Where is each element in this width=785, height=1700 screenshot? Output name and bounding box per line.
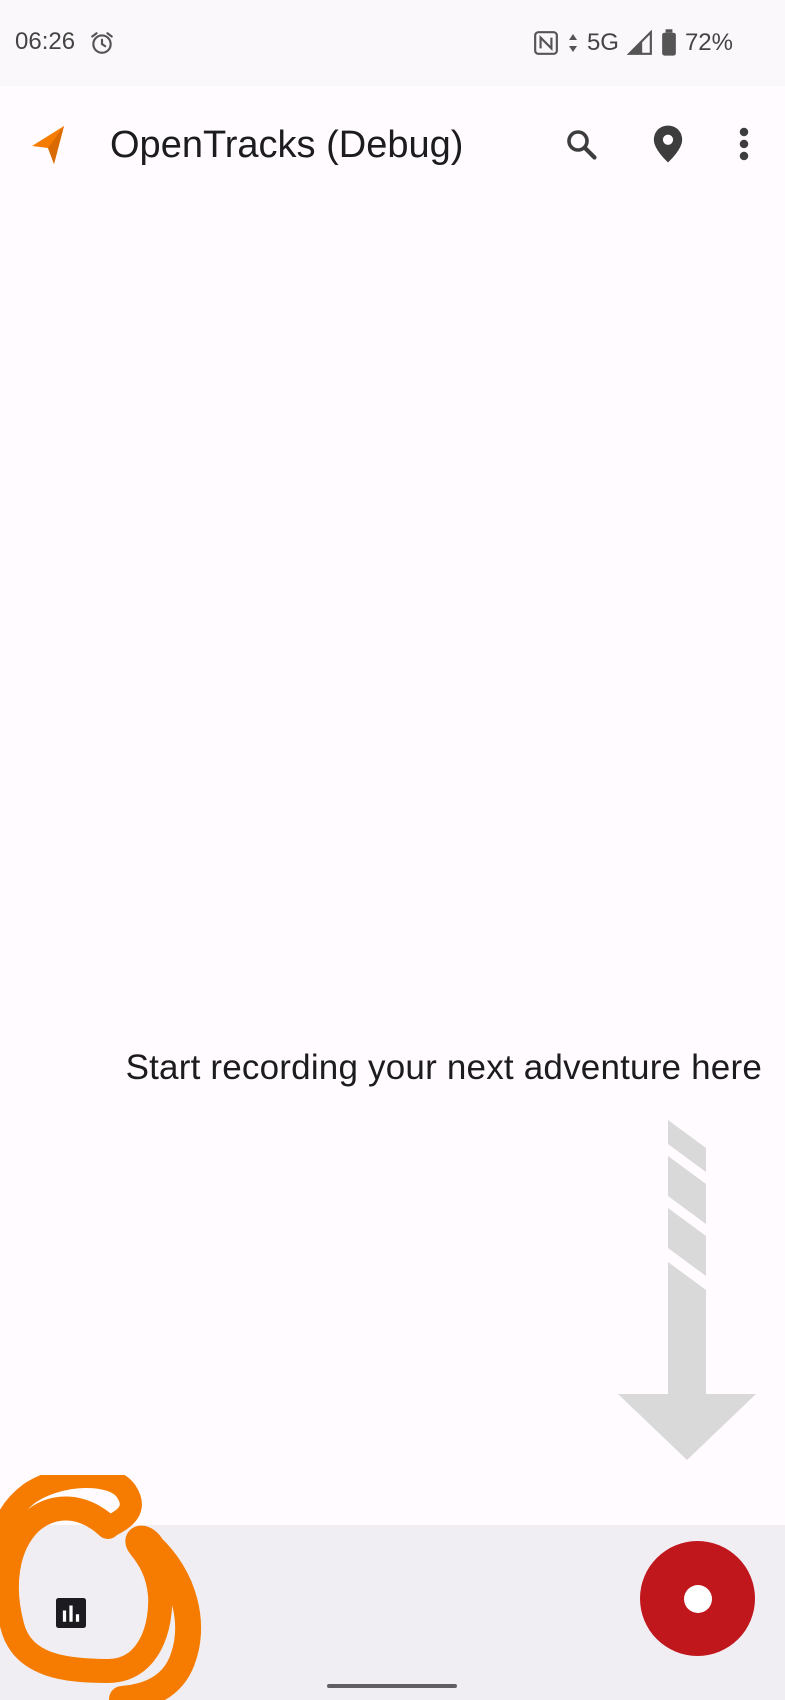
navigation-arrow-logo [32,126,64,164]
record-icon [683,1584,712,1613]
nfc-icon [534,31,558,55]
record-button[interactable] [640,1541,755,1656]
alarm-icon [91,32,113,54]
battery-percent: 72% [684,29,733,56]
battery-icon [662,29,676,56]
status-indicators: 5G 72% [533,28,733,58]
data-arrows-icon [568,34,577,52]
search-icon [567,130,597,160]
gesture-nav-handle[interactable] [327,1684,457,1688]
more-options-button[interactable] [716,116,772,172]
network-type: 5G [586,29,619,56]
screen: 06:26 5G 72% OpenTracks (Debug) Start re… [0,0,785,1700]
down-arrow-hint-icon [618,1120,756,1460]
app-bar: OpenTracks (Debug) [0,86,785,206]
location-pin-icon [653,125,683,163]
signal-icon [626,30,652,55]
more-vert-icon [739,127,749,161]
location-button[interactable] [640,116,696,172]
app-title: OpenTracks (Debug) [110,124,464,166]
status-time: 06:26 [15,28,76,55]
bar-chart-icon[interactable] [56,1598,86,1628]
search-button[interactable] [553,116,609,172]
empty-state-message: Start recording your next adventure here [125,1048,762,1087]
status-bar: 06:26 5G 72% [0,0,785,86]
